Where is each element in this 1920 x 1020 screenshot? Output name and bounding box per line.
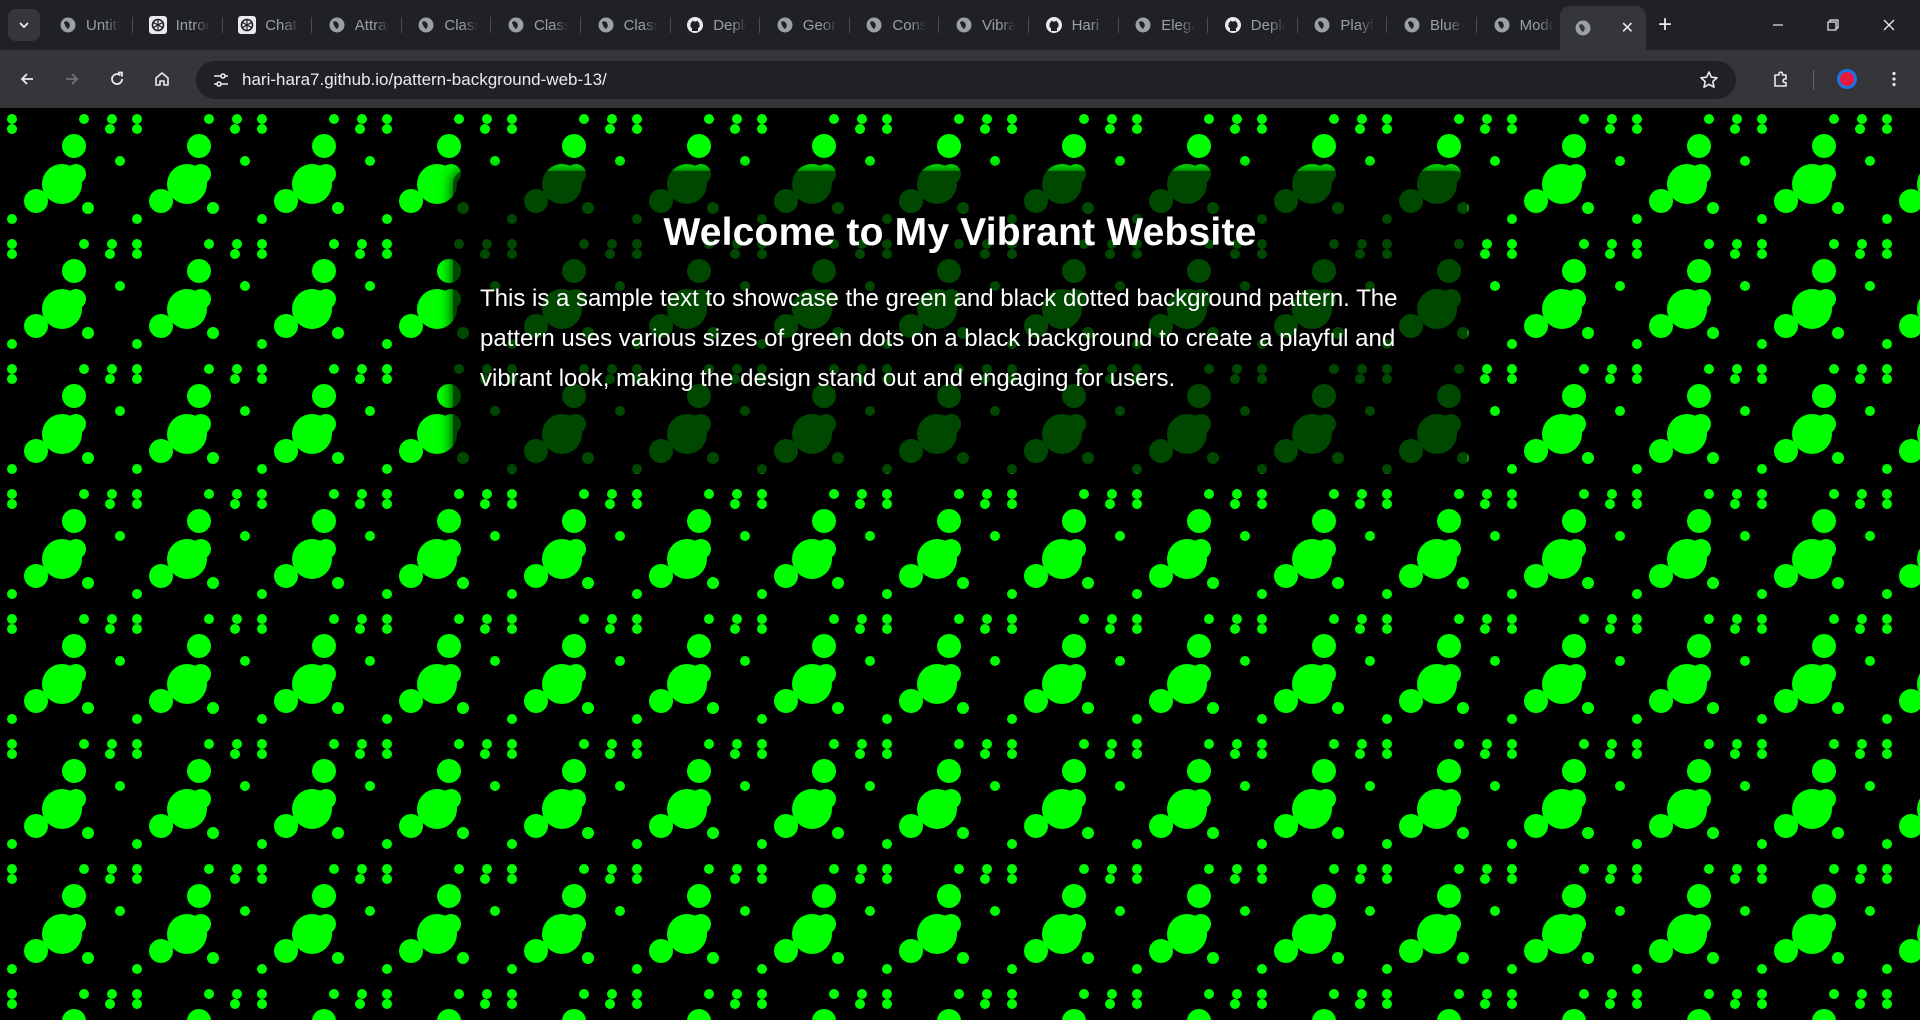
tab-13[interactable]: Elegant (1120, 8, 1209, 42)
menu-button[interactable] (1878, 63, 1910, 95)
tab-10[interactable]: Consistent (851, 8, 940, 42)
tab-title: Geometric (802, 16, 837, 34)
globe-icon (1494, 17, 1510, 33)
tab-title: Blue (1430, 16, 1461, 34)
tune-icon (214, 73, 228, 87)
globe-icon (866, 17, 882, 33)
github-icon (1045, 17, 1062, 33)
tab-5[interactable]: Classic (403, 8, 492, 42)
tab-4[interactable]: Attractive (314, 8, 402, 42)
tab-1[interactable]: Untitled (45, 8, 133, 42)
tab-title: Classic (444, 16, 479, 34)
tab-title: Elegant (1161, 16, 1195, 34)
new-tab-button[interactable]: + (1650, 8, 1680, 42)
puzzle-icon (1774, 71, 1787, 87)
minimize-icon (1773, 24, 1783, 26)
github-icon (687, 17, 704, 33)
arrow-left-icon (20, 73, 33, 85)
tab-17[interactable]: Modern (1479, 8, 1567, 42)
tab-title: Vibrant (982, 16, 1016, 34)
profile-button[interactable] (1831, 63, 1863, 95)
tab-8[interactable]: Deploy (672, 8, 761, 42)
tab-14[interactable]: Deploy (1210, 8, 1298, 42)
tab-search-button[interactable] (8, 9, 40, 41)
back-button[interactable] (11, 63, 43, 95)
site-info-button[interactable] (206, 65, 236, 95)
minimize-button[interactable] (1755, 0, 1801, 50)
tab-title: Consistent (892, 16, 927, 34)
tab-title: Playful (1340, 16, 1374, 34)
tab-6[interactable]: Classic (493, 8, 581, 42)
tab-title: Untitled (86, 16, 120, 34)
tab-title: Deploy (1250, 16, 1285, 34)
tab-strip: Untitled Introduction ChatGPT Attractive Cla… (0, 0, 1920, 50)
reload-icon (111, 71, 123, 85)
tab-9[interactable]: Geometric (762, 8, 850, 42)
page-heading: Welcome to My Vibrant Website (663, 211, 1257, 254)
forward-button[interactable] (56, 63, 88, 95)
globe-icon (418, 17, 434, 33)
globe-icon (956, 17, 972, 33)
url-text[interactable]: hari-hara7.github.io/pattern-background-… (242, 61, 607, 99)
toolbar-divider (1813, 70, 1814, 90)
browser-toolbar: hari-hara7.github.io/pattern-background-… (0, 50, 1920, 108)
globe-icon (777, 17, 793, 33)
chevron-down-icon (19, 22, 29, 29)
restore-icon (1827, 19, 1839, 31)
content-card: Welcome to My Vibrant Website This is a … (453, 171, 1467, 473)
extensions-button[interactable] (1765, 63, 1797, 95)
tab-title: Classic (623, 16, 658, 34)
page-paragraph: This is a sample text to showcase the gr… (480, 285, 1398, 392)
tab-7[interactable]: Classic (583, 8, 671, 42)
tab-title: Hari (1071, 16, 1100, 34)
tab-3[interactable]: ChatGPT (224, 8, 313, 42)
openai-icon (238, 16, 257, 34)
globe-icon (60, 17, 76, 33)
bookmark-button[interactable] (1694, 65, 1724, 95)
more-vert-icon (1892, 71, 1896, 87)
reload-button[interactable] (101, 63, 133, 95)
home-icon (155, 72, 169, 86)
github-icon (1224, 17, 1241, 33)
close-tab-icon[interactable]: ✕ (1621, 18, 1634, 38)
restore-button[interactable] (1810, 0, 1856, 50)
globe-icon (329, 17, 345, 33)
tab-title: Attractive (354, 16, 389, 34)
tab-title: Modern (1519, 16, 1554, 34)
tab-active[interactable]: ✕ (1560, 6, 1646, 50)
avatar (1837, 69, 1857, 89)
globe-icon (598, 17, 614, 33)
tab-title: Classic (534, 16, 568, 34)
tab-11[interactable]: Vibrant (941, 8, 1029, 42)
web-page: Welcome to My Vibrant Website This is a … (0, 108, 1920, 1020)
home-button[interactable] (146, 63, 178, 95)
tab-12[interactable]: Hari (1031, 8, 1119, 42)
tab-2[interactable]: Introduction (135, 8, 223, 42)
tab-title: Introduction (175, 16, 210, 34)
tab-title: Deploy (713, 16, 747, 34)
tab-16[interactable]: Blue (1389, 8, 1477, 42)
globe-icon (1575, 20, 1591, 36)
arrow-right-icon (66, 73, 79, 85)
tab-15[interactable]: Playful (1299, 8, 1388, 42)
close-icon (1883, 19, 1895, 31)
openai-icon (148, 16, 167, 34)
tab-title: ChatGPT (265, 16, 299, 34)
globe-icon (1314, 17, 1330, 33)
globe-icon (1404, 17, 1420, 33)
star-icon (1700, 71, 1718, 88)
address-bar[interactable]: hari-hara7.github.io/pattern-background-… (196, 61, 1736, 99)
globe-icon (508, 17, 524, 33)
close-window-button[interactable] (1866, 0, 1912, 50)
globe-icon (1135, 17, 1151, 33)
